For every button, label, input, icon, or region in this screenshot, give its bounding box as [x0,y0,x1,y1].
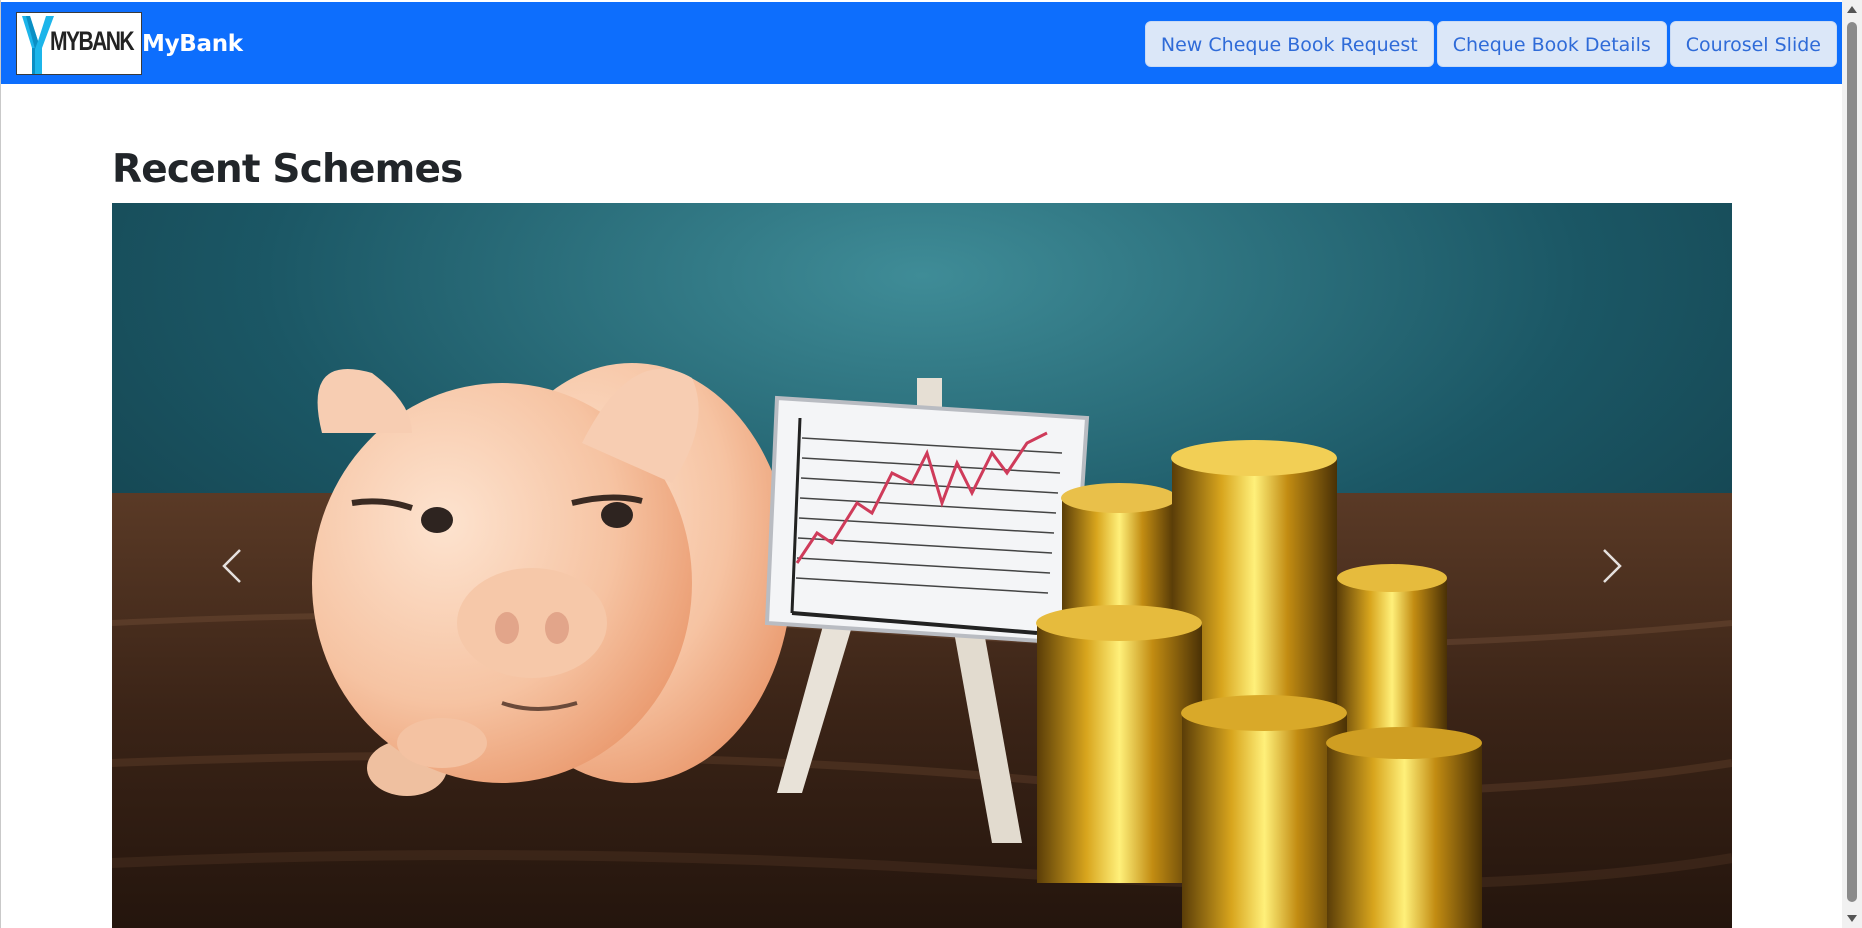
schemes-carousel [112,203,1732,928]
nav-buttons: New Cheque Book Request Cheque Book Deta… [1144,21,1837,67]
scroll-down-arrow-icon[interactable] [1846,912,1858,924]
mybank-logo: MYBANK [16,12,142,75]
new-cheque-book-request-button[interactable]: New Cheque Book Request [1144,21,1434,67]
carousel-slide-button[interactable]: Courosel Slide [1669,21,1837,67]
scrollbar-thumb[interactable] [1847,22,1857,902]
brand[interactable]: MYBANK MyBank [16,12,243,75]
brand-name[interactable]: MyBank [142,31,243,57]
navbar: MYBANK MyBank New Cheque Book Request Ch… [1,2,1842,84]
cheque-book-details-button[interactable]: Cheque Book Details [1436,21,1667,67]
carousel-prev-button[interactable] [112,203,352,928]
carousel-slide-image [112,203,1732,928]
page-scrollbar[interactable] [1842,0,1862,928]
chevron-left-icon [222,548,241,583]
carousel-next-button[interactable] [1492,203,1732,928]
section-title: Recent Schemes [112,147,463,192]
scroll-up-arrow-icon[interactable] [1846,4,1858,16]
logo-text: MYBANK [50,26,135,56]
chevron-right-icon [1603,548,1622,583]
